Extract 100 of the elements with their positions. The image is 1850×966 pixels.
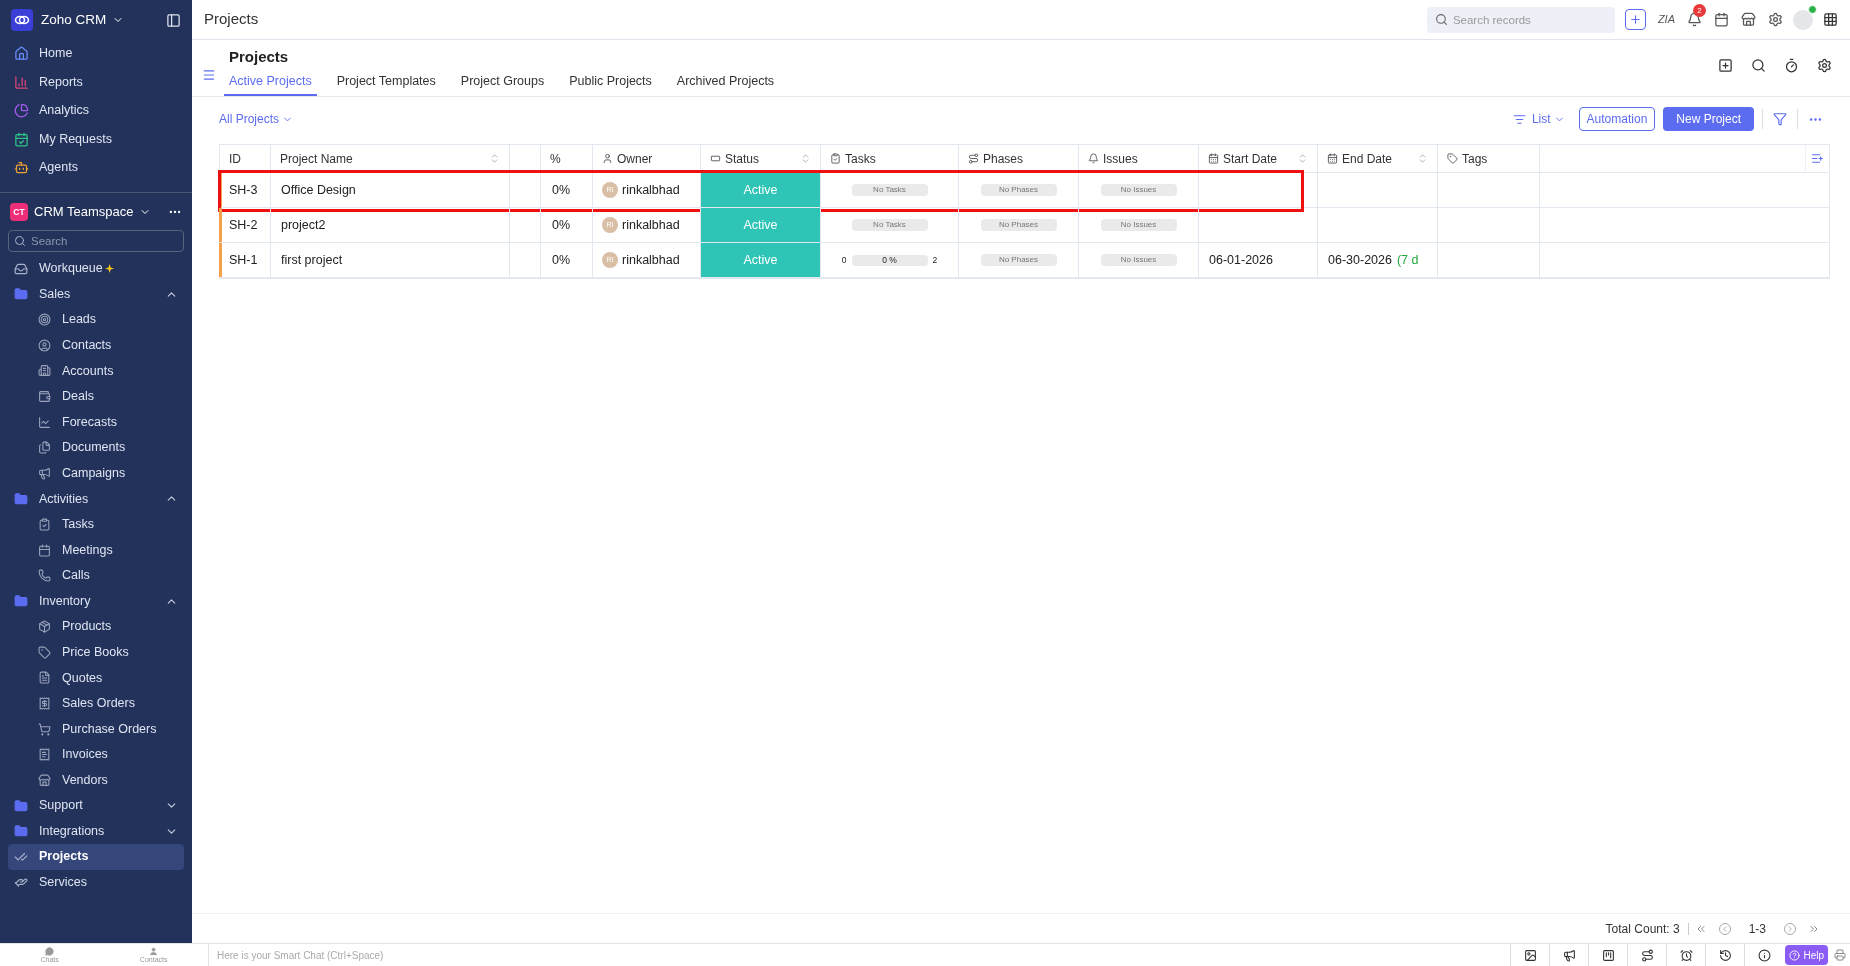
sidebar-item[interactable]: Sales [8, 281, 184, 307]
bell-icon[interactable] [1687, 12, 1702, 27]
panel-toggle-icon[interactable] [166, 12, 181, 28]
sidebar-item[interactable]: Forecasts [8, 409, 184, 435]
sidebar-item[interactable]: Deals [8, 383, 184, 410]
automation-button[interactable]: Automation [1578, 107, 1656, 131]
sidebar-item[interactable]: Projects [8, 844, 184, 870]
sidebar-item[interactable]: Accounts [8, 358, 184, 384]
nav-item[interactable]: Home [8, 41, 184, 66]
tab[interactable]: Active Projects [224, 71, 317, 97]
sidebar-item[interactable]: Integrations [8, 818, 184, 845]
nav-item[interactable]: My Requests [8, 126, 184, 152]
sidebar-item[interactable]: Calls [8, 562, 184, 589]
sidebar-item[interactable]: Campaigns [8, 460, 184, 487]
sidebar-search-field[interactable]: Search [8, 230, 184, 252]
sidebar-item[interactable]: Inventory [8, 588, 184, 614]
timer-icon[interactable] [1784, 58, 1799, 73]
clipboard-icon [830, 153, 841, 164]
project-name-link[interactable]: project2 [281, 215, 326, 235]
image-icon[interactable] [1523, 948, 1537, 962]
zia-label[interactable]: ZIA [1657, 11, 1675, 28]
tab[interactable]: Archived Projects [671, 71, 780, 97]
sidebar-label: Workqueue [39, 260, 103, 278]
search-records-field[interactable]: Search records [1426, 6, 1615, 33]
printer-icon[interactable] [1834, 949, 1846, 961]
sidebar-label: Projects [39, 848, 89, 866]
sidebar-item[interactable]: Purchase Orders [8, 716, 184, 742]
calendar-icon [38, 543, 51, 557]
nav-item[interactable]: Agents [8, 155, 184, 180]
nav-label: Analytics [39, 102, 90, 120]
nav-item[interactable]: Analytics [8, 98, 184, 123]
store-icon[interactable] [1741, 12, 1756, 27]
settings-icon[interactable] [1768, 12, 1783, 27]
column-header[interactable]: Issues [1079, 145, 1199, 172]
chart-line-icon [38, 415, 51, 429]
tab[interactable]: Project Templates [331, 71, 441, 97]
sidebar-item[interactable]: Activities [8, 486, 184, 512]
add-column-icon[interactable] [1811, 152, 1824, 165]
hand-icon [14, 875, 28, 890]
folder-icon [14, 594, 28, 609]
view-dropdown[interactable]: All Projects [219, 110, 294, 128]
smart-chat-field[interactable]: Here is your Smart Chat (Ctrl+Space) [208, 944, 1511, 966]
tab[interactable]: Project Groups [455, 71, 550, 97]
teamspace-name[interactable]: CRM Teamspace [34, 202, 134, 222]
history-icon[interactable] [1718, 948, 1732, 962]
menu-icon[interactable] [202, 68, 216, 82]
target-icon [38, 313, 51, 327]
sidebar-item[interactable]: Products [8, 613, 184, 640]
column-header[interactable]: Owner [593, 145, 701, 172]
sidebar-item[interactable]: Invoices [8, 741, 184, 768]
receipt-icon [38, 748, 51, 762]
sidebar-item[interactable]: Leads [8, 307, 184, 333]
sidebar-item[interactable]: Services [8, 869, 184, 896]
sidebar-label: Invoices [62, 746, 108, 764]
list-view-dropdown[interactable]: List [1512, 110, 1565, 128]
info-icon[interactable] [1757, 948, 1771, 962]
help-button[interactable]: Help [1785, 945, 1828, 965]
filter-icon[interactable] [1773, 112, 1787, 126]
board-icon[interactable] [1601, 948, 1615, 962]
square-plus-icon[interactable] [1718, 58, 1733, 73]
column-header[interactable]: Tags [1438, 145, 1540, 172]
column-header[interactable]: Project Name [271, 145, 510, 172]
column-header[interactable]: ID [220, 145, 271, 172]
column-header[interactable]: Status [701, 145, 821, 172]
add-button[interactable] [1624, 9, 1646, 30]
route-icon[interactable] [1640, 948, 1654, 962]
app-name[interactable]: Zoho CRM [41, 9, 107, 31]
person-icon[interactable] [149, 946, 159, 956]
sidebar-item[interactable]: Quotes [8, 665, 184, 691]
search-icon [14, 235, 26, 247]
project-name-link[interactable]: Office Design [281, 180, 356, 200]
search-icon[interactable] [1751, 58, 1766, 73]
sidebar-item[interactable]: Workqueue [8, 256, 184, 282]
cart-icon [38, 722, 51, 736]
apps-grid-icon[interactable] [1823, 12, 1838, 27]
alarm-icon[interactable] [1679, 948, 1693, 962]
project-name-link[interactable]: first project [281, 250, 343, 270]
column-header[interactable]: Tasks [821, 145, 959, 172]
tab[interactable]: Public Projects [564, 71, 657, 97]
nav-item[interactable]: Reports [8, 69, 184, 95]
table-cell-text: 06-30-2026 [1328, 251, 1392, 269]
chat-icon[interactable] [45, 946, 55, 956]
sidebar-item[interactable]: Tasks [8, 511, 184, 538]
new-project-button[interactable]: New Project [1663, 107, 1754, 131]
sidebar-item[interactable]: Support [8, 793, 184, 819]
column-header[interactable]: Start Date [1199, 145, 1318, 172]
sidebar-item[interactable]: Sales Orders [8, 690, 184, 717]
sidebar-item[interactable]: Documents [8, 434, 184, 461]
sidebar-item[interactable]: Contacts [8, 332, 184, 359]
sidebar-item[interactable]: Vendors [8, 767, 184, 794]
calendar-icon[interactable] [1714, 12, 1729, 27]
sidebar-item[interactable]: Meetings [8, 537, 184, 563]
settings-icon[interactable] [1817, 58, 1832, 73]
calendar-icon [1208, 153, 1219, 164]
column-header[interactable]: % [541, 145, 593, 172]
column-header[interactable]: End Date [1318, 145, 1438, 172]
sidebar-item[interactable]: Price Books [8, 639, 184, 666]
column-header[interactable]: Phases [959, 145, 1079, 172]
megaphone-icon[interactable] [1562, 948, 1576, 962]
megaphone-icon [38, 466, 51, 480]
